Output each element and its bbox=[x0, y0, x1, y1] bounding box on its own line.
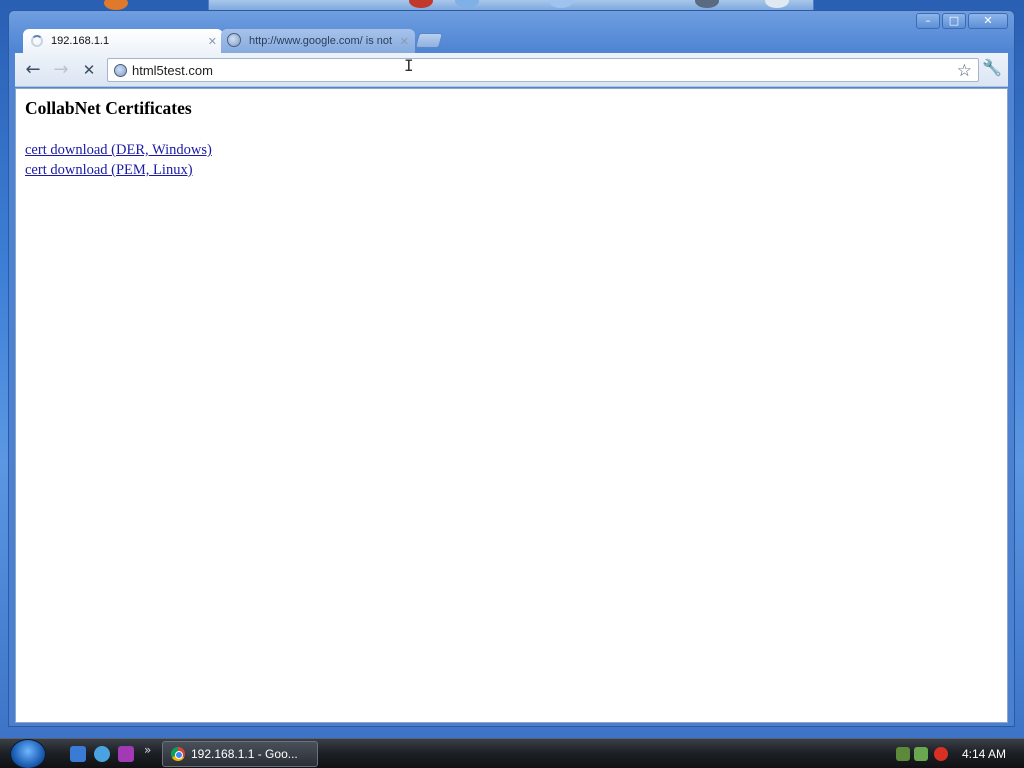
forward-button[interactable]: → bbox=[49, 59, 73, 81]
network-icon[interactable] bbox=[896, 747, 910, 761]
browser-toolbar: ← → ✕ html5test.com ☆ 🔧 bbox=[15, 53, 1008, 87]
loading-spinner-icon bbox=[29, 33, 45, 49]
cert-download-pem-link[interactable]: cert download (PEM, Linux) bbox=[25, 160, 212, 180]
minimize-button[interactable]: – bbox=[916, 13, 940, 29]
tab-close-icon[interactable]: ✕ bbox=[208, 35, 217, 48]
app-launcher-icon[interactable] bbox=[118, 746, 134, 762]
back-button[interactable]: ← bbox=[21, 59, 45, 81]
text-cursor-icon: I bbox=[404, 56, 414, 75]
tab-close-icon[interactable]: ✕ bbox=[400, 35, 409, 48]
browser-window: – □ ✕ 192.168.1.1 ✕ http://www.google.co… bbox=[8, 10, 1015, 727]
close-window-button[interactable]: ✕ bbox=[968, 13, 1008, 29]
taskbar-chrome-button[interactable]: 192.168.1.1 - Goo... bbox=[162, 741, 318, 767]
window-controls: – □ ✕ bbox=[916, 13, 1008, 29]
globe-icon bbox=[227, 33, 243, 49]
internet-explorer-icon[interactable] bbox=[94, 746, 110, 762]
background-icon bbox=[549, 0, 573, 8]
system-clock[interactable]: 4:14 AM bbox=[962, 747, 1006, 761]
download-links: cert download (DER, Windows) cert downlo… bbox=[25, 140, 212, 180]
page-content: CollabNet Certificates cert download (DE… bbox=[15, 88, 1008, 723]
taskbar-button-label: 192.168.1.1 - Goo... bbox=[191, 747, 298, 761]
background-icon bbox=[695, 0, 719, 8]
page-heading: CollabNet Certificates bbox=[25, 98, 192, 118]
desktop-icon bbox=[104, 0, 128, 10]
start-button[interactable] bbox=[10, 739, 46, 768]
address-url[interactable]: html5test.com bbox=[132, 63, 213, 78]
cert-download-der-link[interactable]: cert download (DER, Windows) bbox=[25, 140, 212, 160]
background-icon bbox=[455, 0, 479, 8]
background-icon bbox=[765, 0, 789, 8]
address-bar[interactable]: html5test.com ☆ bbox=[107, 58, 979, 82]
chrome-icon bbox=[171, 747, 185, 761]
tab-title: 192.168.1.1 bbox=[51, 35, 110, 47]
tab-title: http://www.google.com/ is not bbox=[249, 35, 393, 47]
maximize-button[interactable]: □ bbox=[942, 13, 966, 29]
quick-launch-more-icon[interactable]: » bbox=[144, 743, 151, 757]
bookmark-star-icon[interactable]: ☆ bbox=[957, 61, 972, 81]
tab-inactive[interactable]: http://www.google.com/ is not ✕ bbox=[221, 29, 415, 53]
tray-app-icon[interactable] bbox=[914, 747, 928, 761]
stop-button[interactable]: ✕ bbox=[77, 59, 101, 81]
show-desktop-icon[interactable] bbox=[70, 746, 86, 762]
new-tab-button[interactable] bbox=[414, 33, 444, 48]
background-icon bbox=[409, 0, 433, 8]
taskbar: » 192.168.1.1 - Goo... 4:14 AM bbox=[0, 738, 1024, 768]
tab-active[interactable]: 192.168.1.1 ✕ bbox=[23, 29, 223, 53]
security-alert-icon[interactable] bbox=[934, 747, 948, 761]
wrench-menu-icon[interactable]: 🔧 bbox=[980, 58, 1004, 80]
page-icon bbox=[114, 63, 127, 77]
